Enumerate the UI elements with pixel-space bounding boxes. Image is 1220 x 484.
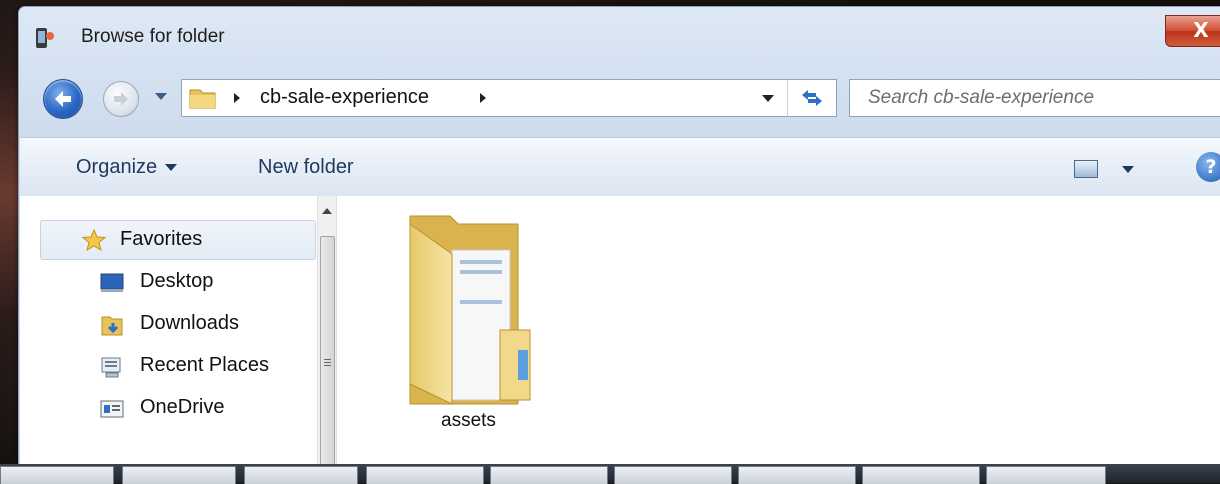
onedrive-icon — [100, 400, 124, 418]
taskbar-item[interactable] — [986, 466, 1106, 484]
sidebar-item-downloads[interactable]: Downloads — [140, 312, 239, 335]
sidebar-item-onedrive[interactable]: OneDrive — [140, 396, 224, 419]
forward-button[interactable] — [103, 81, 139, 117]
dialog-title: Browse for folder — [81, 26, 225, 47]
star-icon — [82, 229, 106, 251]
phone-app-icon — [36, 28, 54, 48]
downloads-icon — [101, 316, 123, 336]
change-view-icon[interactable] — [1074, 160, 1098, 178]
sidebar-item-recent-places[interactable]: Recent Places — [140, 354, 269, 377]
taskbar-item[interactable] — [738, 466, 856, 484]
taskbar-item[interactable] — [614, 466, 732, 484]
navigation-scrollbar[interactable] — [317, 196, 336, 479]
taskbar-item[interactable] — [366, 466, 484, 484]
refresh-icon — [802, 90, 822, 106]
back-arrow-icon — [55, 91, 71, 107]
folder-item-assets[interactable] — [390, 210, 570, 414]
recent-places-icon — [101, 357, 121, 378]
scroll-up-icon[interactable] — [322, 208, 332, 214]
taskbar-item[interactable] — [862, 466, 980, 484]
taskbar-item[interactable] — [122, 466, 236, 484]
browse-for-folder-dialog: Browse for folder X cb-sale-experience S… — [18, 6, 1220, 479]
organize-dropdown-icon — [165, 164, 178, 172]
folder-icon — [189, 89, 216, 109]
refresh-button[interactable] — [787, 79, 837, 117]
scrollbar-grip-icon — [324, 359, 331, 360]
breadcrumb-current-folder[interactable]: cb-sale-experience — [260, 86, 429, 109]
sidebar-item-desktop[interactable]: Desktop — [140, 270, 213, 293]
help-icon[interactable]: ? — [1196, 152, 1220, 182]
title-bar: Browse for folder X — [19, 7, 1220, 59]
navigation-bar: cb-sale-experience Search cb-sale-experi… — [19, 71, 1220, 123]
address-dropdown-icon[interactable] — [762, 95, 774, 102]
search-input[interactable]: Search cb-sale-experience — [849, 79, 1220, 117]
close-button[interactable]: X — [1165, 15, 1220, 47]
taskbar-item[interactable] — [0, 466, 114, 484]
command-toolbar: Organize New folder ? — [20, 137, 1220, 197]
back-button[interactable] — [43, 79, 83, 119]
taskbar-item[interactable] — [244, 466, 358, 484]
forward-arrow-icon — [114, 92, 128, 106]
organize-button[interactable]: Organize — [76, 156, 178, 179]
folder-label-assets[interactable]: assets — [441, 410, 496, 432]
new-folder-button[interactable]: New folder — [258, 156, 354, 179]
desktop-icon — [100, 273, 124, 292]
search-placeholder: Search cb-sale-experience — [868, 87, 1095, 108]
view-options-dropdown-icon[interactable] — [1122, 166, 1134, 173]
taskbar-item[interactable] — [490, 466, 608, 484]
organize-label: Organize — [76, 156, 158, 178]
breadcrumb-separator-icon[interactable] — [234, 93, 240, 103]
recent-locations-dropdown[interactable] — [155, 93, 167, 100]
favorites-label[interactable]: Favorites — [120, 228, 202, 251]
navigation-pane: Favorites Desktop Downloads Recent Place… — [20, 196, 337, 479]
folder-large-icon — [409, 215, 531, 405]
scrollbar-thumb[interactable] — [320, 236, 335, 479]
address-bar[interactable]: cb-sale-experience — [181, 79, 807, 117]
breadcrumb-chevron-icon[interactable] — [480, 93, 486, 103]
